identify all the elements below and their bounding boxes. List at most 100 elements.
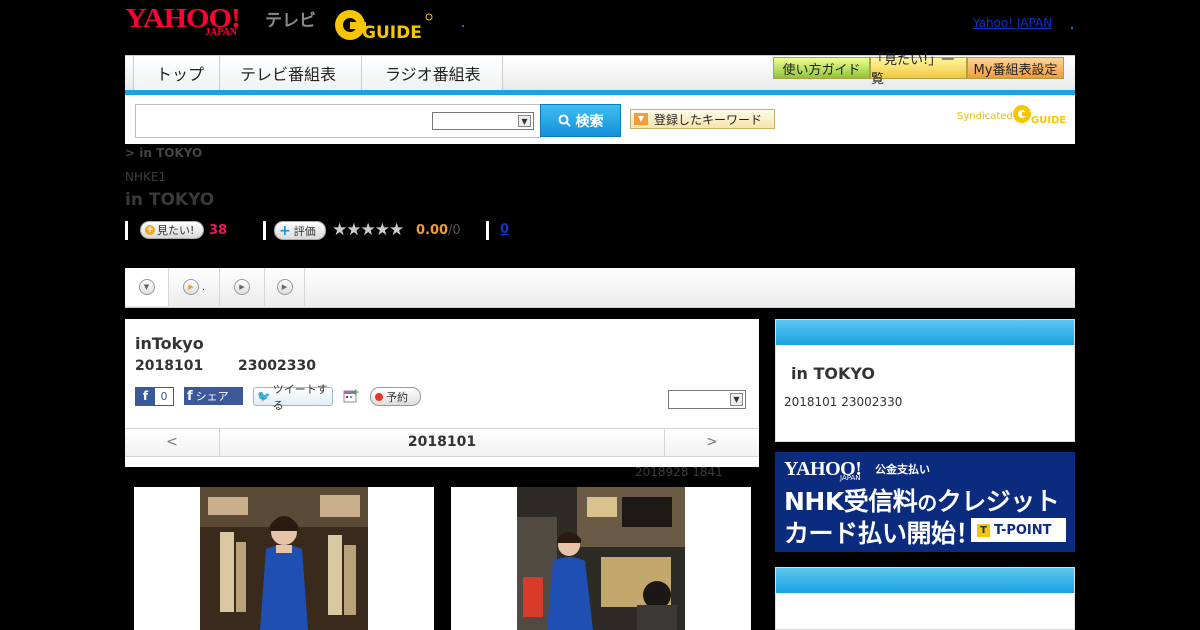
divider (263, 221, 266, 240)
detail-title: inTokyo (135, 334, 204, 353)
search-button[interactable]: 検索 (540, 104, 621, 137)
photo-woman-shop-image (200, 487, 368, 630)
usage-guide-button[interactable]: 使い方ガイド (773, 57, 870, 79)
yahoo-logo[interactable]: YAHOO! JAPAN (125, 5, 241, 45)
header-separator (462, 25, 464, 27)
twitter-bird-icon: 🐦 (257, 390, 271, 403)
plus-icon: + (145, 225, 155, 235)
rating-label: 評価 (293, 224, 316, 238)
mitai-count: 38 (209, 223, 228, 238)
yahoo-logo-japan: JAPAN (205, 27, 238, 38)
pager-date: 2018101 (407, 434, 477, 450)
play-circle-icon: ▶ (276, 279, 293, 295)
sidebar-box-2 (775, 567, 1075, 630)
search-icon (558, 114, 571, 127)
sidebar-box-header (776, 568, 1074, 593)
prev-day-button[interactable]: < (125, 429, 220, 456)
link-separator (1071, 27, 1073, 29)
subtab-1[interactable]: ▼ (125, 268, 169, 306)
tpoint-badge: T T-POINT (971, 518, 1066, 542)
search-category-select[interactable]: ▼ (432, 112, 534, 130)
triangle-down-icon: ▼ (634, 113, 648, 125)
date-pager: < 2018101 > (125, 428, 759, 457)
photo-street-food-image (517, 487, 685, 630)
star-rating-icon: ★★★★★ (332, 220, 404, 240)
facebook-like-count: 0 (160, 390, 168, 403)
ad-yahoo-logo-japan: JAPAN (840, 474, 861, 482)
facebook-share-button[interactable]: f シェア (184, 387, 243, 405)
sub-tabs: ▼ ▶ . ▶ ▶ (125, 268, 1075, 308)
tab-tv-listings[interactable]: テレビ番組表 (219, 56, 361, 90)
calendar-icon: + (343, 388, 360, 403)
facebook-icon: f (136, 388, 155, 405)
nav-tabs: トップ テレビ番組表 ラジオ番組表 (133, 56, 503, 90)
subtab-4[interactable]: ▶ (265, 268, 305, 306)
sidebar-program-datetime: 2018101 23002330 (784, 395, 903, 409)
rating-count: /0 (448, 223, 461, 238)
rating-button[interactable]: + 評価 (274, 221, 326, 240)
ad-headline-1c: クレジット (936, 487, 1060, 516)
gguide-logo-icon: GUIDE (335, 10, 433, 43)
breadcrumb[interactable]: > in TOKYO (125, 146, 202, 160)
reserve-button[interactable]: 予約 (370, 387, 421, 406)
subtab-3[interactable]: ▶ (220, 268, 265, 306)
chevron-down-icon: ▼ (518, 115, 531, 127)
facebook-share-label: シェア (195, 390, 229, 403)
ad-kokin-label: 公金支払い (875, 463, 930, 476)
broadcast-time: 23002330 (238, 358, 316, 374)
chevron-down-circle-icon: ▼ (138, 279, 155, 295)
yahoo-japan-link[interactable]: Yahoo! JAPAN (973, 16, 1052, 30)
my-listings-settings-button[interactable]: My番組表設定 (967, 57, 1064, 79)
syndicated-gguide-text: GUIDE (1031, 115, 1066, 125)
updated-timestamp: 2018928 1841 (635, 465, 723, 479)
divider (125, 221, 128, 240)
gguide-logo[interactable]: GUIDE (334, 6, 434, 43)
mitai-button[interactable]: + 見たい! (140, 221, 204, 239)
plus-icon: + (279, 222, 291, 239)
registered-keywords-button[interactable]: ▼ 登録したキーワード (630, 109, 775, 129)
subtab-2[interactable]: ▶ . (169, 268, 220, 306)
play-circle-icon: ▶ (182, 279, 199, 295)
gguide-logo-text: GUIDE (362, 23, 422, 42)
tv-label[interactable]: テレビ (265, 6, 316, 31)
tpoint-icon: T (977, 523, 990, 537)
reserve-label: 予約 (386, 390, 408, 404)
ad-headline-1: NHK受信料のクレジット (784, 482, 1060, 518)
ad-headline-1b: の (917, 491, 937, 515)
gguide-small-icon: GUIDE (1013, 105, 1066, 126)
mitai-label: 見たい! (157, 224, 195, 237)
mitai-list-button[interactable]: 「見たい!」一覧 (870, 53, 967, 87)
broadcast-date: 2018101 (135, 358, 204, 374)
play-circle-icon: ▶ (234, 279, 250, 295)
program-photo-2[interactable] (517, 487, 685, 630)
sidebar-box-header (776, 320, 1074, 345)
page-title: in TOKYO (125, 190, 215, 210)
search-button-label: 検索 (575, 113, 604, 130)
syndicated-gguide-logo: GUIDE (1012, 103, 1068, 126)
chevron-down-icon: ▼ (730, 393, 743, 406)
registered-keywords-label: 登録したキーワード (654, 112, 763, 127)
facebook-like-button[interactable]: f 0 (135, 387, 174, 406)
detail-select[interactable]: ▼ (668, 390, 746, 409)
nav-right-buttons: 使い方ガイド 「見たい!」一覧 My番組表設定 (773, 53, 1064, 87)
record-dot-icon (375, 392, 383, 401)
subtab-2-label: . (201, 281, 206, 293)
calendar-add-icon[interactable]: + (343, 388, 360, 404)
tweet-button[interactable]: 🐦 ツイートする (253, 383, 333, 412)
channel-name: NHKE1 (125, 170, 167, 184)
program-photo-1[interactable] (200, 487, 368, 630)
tab-top[interactable]: トップ (133, 56, 219, 90)
facebook-icon: f (187, 388, 193, 404)
next-day-button[interactable]: > (664, 429, 759, 456)
tweet-label: ツイートする (272, 382, 328, 412)
comment-count-link[interactable]: 0 (500, 222, 509, 237)
divider (486, 221, 489, 240)
tpoint-label: T-POINT (994, 522, 1052, 538)
sidebar-program-title[interactable]: in TOKYO (791, 364, 875, 383)
tab-radio-listings[interactable]: ラジオ番組表 (361, 56, 503, 90)
ad-headline-2: カード払い開始！ (784, 519, 981, 548)
rating-score: 0.00 (416, 223, 449, 238)
syndicated-label: Syndicated (957, 111, 1013, 122)
ad-headline-1a: NHK受信料 (784, 487, 918, 516)
svg-text:+: + (352, 388, 359, 398)
